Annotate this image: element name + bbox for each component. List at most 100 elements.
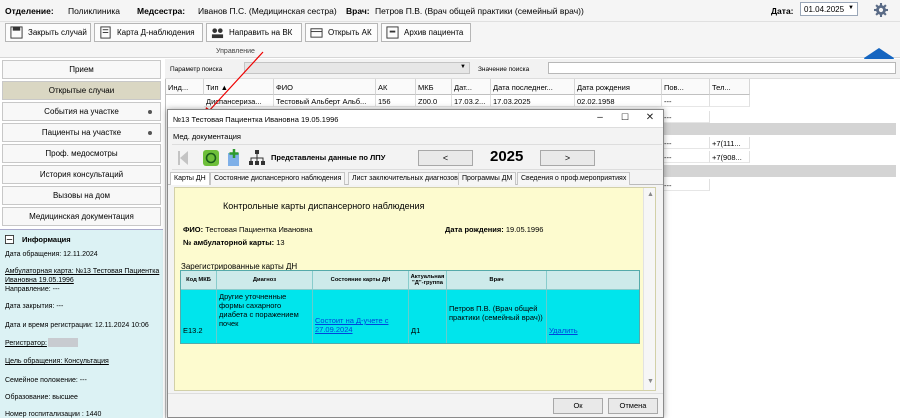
close-case-button[interactable]: Закрыть случай <box>5 23 91 42</box>
scroll-down-icon[interactable]: ▼ <box>647 378 654 385</box>
patient-dialog: №13 Тестовая Пациентка Ивановна 19.05.19… <box>167 109 664 418</box>
dialog-titlebar: №13 Тестовая Пациентка Ивановна 19.05.19… <box>168 110 663 128</box>
purpose-link[interactable]: Цель обращения: Консультация <box>5 357 160 366</box>
left-nav: Прием Открытые случаи События на участке… <box>0 58 163 228</box>
nav-item-checkups[interactable]: Проф. медосмотры <box>2 144 161 163</box>
col-header[interactable]: Пов... <box>662 79 710 95</box>
doctor-label: Врач: <box>346 6 370 16</box>
gear-icon[interactable] <box>874 3 888 17</box>
grid-cell: --- <box>662 137 710 149</box>
dialog-title: №13 Тестовая Пациентка Ивановна 19.05.19… <box>173 115 339 124</box>
tab-dm-programs[interactable]: Программы ДМ <box>458 172 517 185</box>
cancel-button[interactable]: Отмена <box>608 398 658 414</box>
dn-card-button[interactable]: Карта Д-наблюдения <box>94 23 203 42</box>
date-picker[interactable]: 01.04.2025 ▼ <box>800 2 858 16</box>
lpu-data-label: Представлены данные по ЛПУ <box>271 153 386 162</box>
prev-year-button[interactable]: < <box>418 150 473 166</box>
delete-cell: Удалить <box>547 290 639 343</box>
nav-item-home-calls[interactable]: Вызовы на дом <box>2 186 161 205</box>
department-label: Отделение: <box>5 6 54 16</box>
minimize-icon[interactable]: – <box>591 112 609 126</box>
col-header: Врач <box>447 271 547 290</box>
search-param-select[interactable]: ▼ <box>244 62 470 74</box>
ribbon: Закрыть случай Карта Д-наблюдения Направ… <box>0 22 900 74</box>
tab-final-diagnoses[interactable]: Лист заключительных диагнозов <box>348 172 462 185</box>
open-ak-button[interactable]: Открыть АК <box>305 23 378 42</box>
dn-cards-content: Контрольные карты диспансерного наблюден… <box>174 187 656 391</box>
nurse-label: Медсестра: <box>137 6 186 16</box>
top-header: Отделение: Поликлиника Медсестра: Иванов… <box>0 0 900 22</box>
col-header: Код МКБ <box>181 271 217 290</box>
info-title: Информация <box>22 235 71 244</box>
col-header[interactable]: Дата рождения <box>575 79 662 95</box>
nav-item-reception[interactable]: Прием <box>2 60 161 79</box>
nav-item-med-docs[interactable]: Медицинская документация <box>2 207 161 226</box>
education: Образование: высшее <box>5 394 78 401</box>
col-header: Актуальная "Д"-группа <box>409 271 447 290</box>
date-label: Дата: <box>771 6 794 16</box>
next-year-button[interactable]: > <box>540 150 595 166</box>
vertical-scrollbar[interactable]: ▲ ▼ <box>643 188 655 390</box>
grid-cell: --- <box>662 151 710 163</box>
col-header: Диагноз <box>217 271 313 290</box>
tab-dn-state[interactable]: Состояние диспансерного наблюдения <box>210 172 346 185</box>
grid-cell: +7(111... <box>710 137 750 149</box>
col-header <box>547 271 639 290</box>
col-header[interactable]: АК <box>376 79 416 95</box>
grid-cell: --- <box>662 111 710 123</box>
ok-button[interactable]: Ок <box>553 398 603 414</box>
chevron-down-icon: ▼ <box>848 5 854 11</box>
close-date: Дата закрытия: --- <box>5 303 64 310</box>
group-icon <box>211 28 224 39</box>
tab-prevention[interactable]: Сведения о проф.мероприятиях <box>517 172 631 185</box>
refresh-icon[interactable] <box>202 149 220 167</box>
search-input[interactable] <box>548 62 896 74</box>
content-header: Контрольные карты диспансерного наблюден… <box>223 201 425 211</box>
dialog-footer: Ок Отмена <box>168 393 663 417</box>
grid-cell: --- <box>662 179 710 191</box>
doctor-value: Петров П.В. (Врач общей практики (семейн… <box>375 6 584 16</box>
dialog-tabs: Карты ДН Состояние диспансерного наблюде… <box>168 172 663 185</box>
ambulatory-card-link[interactable]: Амбулаторная карта: №13 Тестовая Пациент… <box>5 267 160 285</box>
registrar-link[interactable]: Регистратор: <box>5 339 47 348</box>
patient-dob: Дата рождения: 19.05.1996 <box>445 225 544 234</box>
department-value: Поликлиника <box>68 6 120 16</box>
col-header[interactable]: Дат... <box>452 79 491 95</box>
book-icon <box>100 26 111 39</box>
hierarchy-icon[interactable] <box>248 149 266 167</box>
back-arrow-icon[interactable] <box>176 149 194 167</box>
col-header[interactable]: МКБ <box>416 79 452 95</box>
redacted-block <box>48 338 78 347</box>
grid-selected-row <box>661 165 896 177</box>
grid-cell: +7(908... <box>710 151 750 163</box>
maximize-icon[interactable]: ☐ <box>616 112 634 126</box>
patient-archive-button[interactable]: Архив пациента <box>381 23 471 42</box>
nav-item-events[interactable]: События на участке <box>2 102 161 121</box>
col-header[interactable]: ФИО <box>274 79 376 95</box>
d-group: Д1 <box>409 290 447 343</box>
delete-link[interactable]: Удалить <box>549 326 578 335</box>
registration-datetime: Дата и время регистрации: 12.11.2024 10:… <box>5 322 149 329</box>
col-header[interactable]: Тел... <box>710 79 750 95</box>
notification-dot <box>148 131 152 135</box>
col-header[interactable]: Дата последнег... <box>491 79 575 95</box>
send-to-vk-button[interactable]: Направить на ВК <box>206 23 302 42</box>
card-state-link[interactable]: Состоит на Д-учете с 27.09.2024 <box>315 316 388 334</box>
year-value: 2025 <box>490 148 524 165</box>
notification-dot <box>148 110 152 114</box>
card-state: Состоит на Д-учете с 27.09.2024 <box>313 290 409 343</box>
close-icon[interactable]: ✕ <box>641 112 659 126</box>
nav-item-open-cases[interactable]: Открытые случаи <box>2 81 161 100</box>
folder-icon <box>310 28 323 38</box>
add-document-icon[interactable] <box>225 149 243 167</box>
nav-item-consultations[interactable]: История консультаций <box>2 165 161 184</box>
menu-med-docs[interactable]: Мед. документация <box>173 132 241 141</box>
tab-dn-cards[interactable]: Карты ДН <box>170 172 210 185</box>
nav-item-patients[interactable]: Пациенты на участке <box>2 123 161 142</box>
minus-collapse-icon[interactable] <box>5 235 14 244</box>
search-value-label: Значение поиска <box>478 66 530 73</box>
referral: Направление: --- <box>5 286 60 293</box>
request-date: Дата обращения: 12.11.2024 <box>5 251 98 258</box>
scroll-up-icon[interactable]: ▲ <box>647 191 654 198</box>
archive-icon <box>386 26 399 39</box>
